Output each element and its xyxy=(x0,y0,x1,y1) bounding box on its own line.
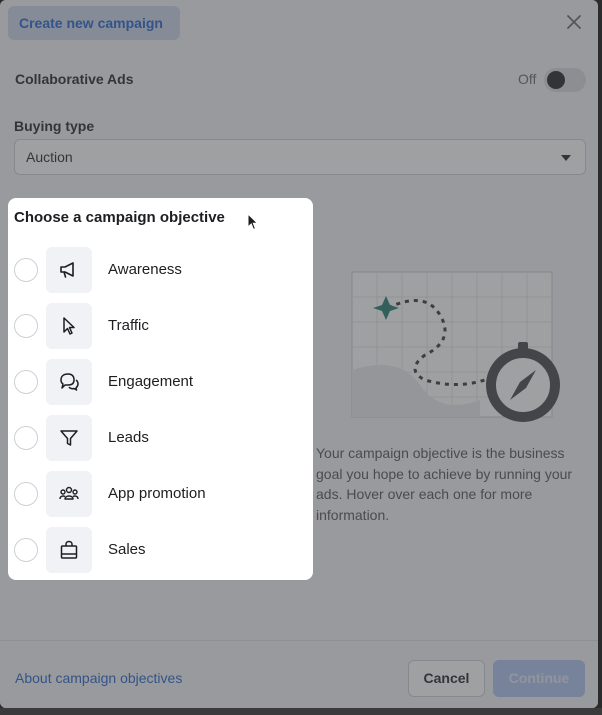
megaphone-icon xyxy=(60,262,74,278)
radio-button[interactable] xyxy=(14,538,38,562)
radio-button[interactable] xyxy=(14,426,38,450)
option-label: App promotion xyxy=(108,485,206,502)
collaborative-ads-label: Collaborative Ads xyxy=(15,71,134,87)
cursor-icon xyxy=(63,317,75,335)
cancel-button[interactable]: Cancel xyxy=(408,660,485,697)
window-bottom-edge xyxy=(0,708,602,715)
chevron-down-icon xyxy=(561,155,571,161)
chat-bubbles-icon xyxy=(60,373,79,391)
objective-option-app-promotion[interactable]: App promotion xyxy=(8,469,313,519)
option-icon-box xyxy=(46,247,92,293)
objective-option-awareness[interactable]: Awareness xyxy=(8,245,313,295)
option-label: Engagement xyxy=(108,373,194,390)
radio-button[interactable] xyxy=(14,258,38,282)
objective-option-engagement[interactable]: Engagement xyxy=(8,357,313,407)
radio-button[interactable] xyxy=(14,482,38,506)
option-icon-box xyxy=(46,303,92,349)
option-label: Leads xyxy=(108,429,149,446)
radio-button[interactable] xyxy=(14,370,38,394)
campaign-objective-panel: Choose a campaign objective Awareness Tr… xyxy=(8,198,313,580)
buying-type-select[interactable]: Auction xyxy=(14,139,586,175)
option-label: Sales xyxy=(108,541,146,558)
about-campaign-objectives-link[interactable]: About campaign objectives xyxy=(15,670,182,686)
dialog-title: Create new campaign xyxy=(8,6,180,40)
objective-option-leads[interactable]: Leads xyxy=(8,413,313,463)
panel-title: Choose a campaign objective xyxy=(14,209,225,226)
option-label: Awareness xyxy=(108,261,182,278)
toggle-state-text: Off xyxy=(518,71,537,87)
objective-option-sales[interactable]: Sales xyxy=(8,525,313,575)
option-icon-box xyxy=(46,527,92,573)
people-icon xyxy=(59,486,79,500)
radio-button[interactable] xyxy=(14,314,38,338)
footer-divider xyxy=(0,640,598,641)
close-icon[interactable] xyxy=(565,13,583,31)
option-icon-box xyxy=(46,359,92,405)
option-icon-box xyxy=(46,471,92,517)
shopping-bag-icon xyxy=(60,540,78,559)
continue-button[interactable]: Continue xyxy=(493,660,585,697)
objective-description: Your campaign objective is the business … xyxy=(316,445,573,523)
buying-type-value: Auction xyxy=(26,149,73,165)
map-compass-illustration xyxy=(351,271,560,422)
filter-icon xyxy=(60,430,78,446)
option-icon-box xyxy=(46,415,92,461)
buying-type-label: Buying type xyxy=(14,118,95,134)
objective-option-traffic[interactable]: Traffic xyxy=(8,301,313,351)
mouse-pointer-icon xyxy=(247,213,259,231)
option-label: Traffic xyxy=(108,317,149,334)
toggle-knob xyxy=(547,71,565,89)
collaborative-ads-toggle[interactable] xyxy=(544,68,586,92)
